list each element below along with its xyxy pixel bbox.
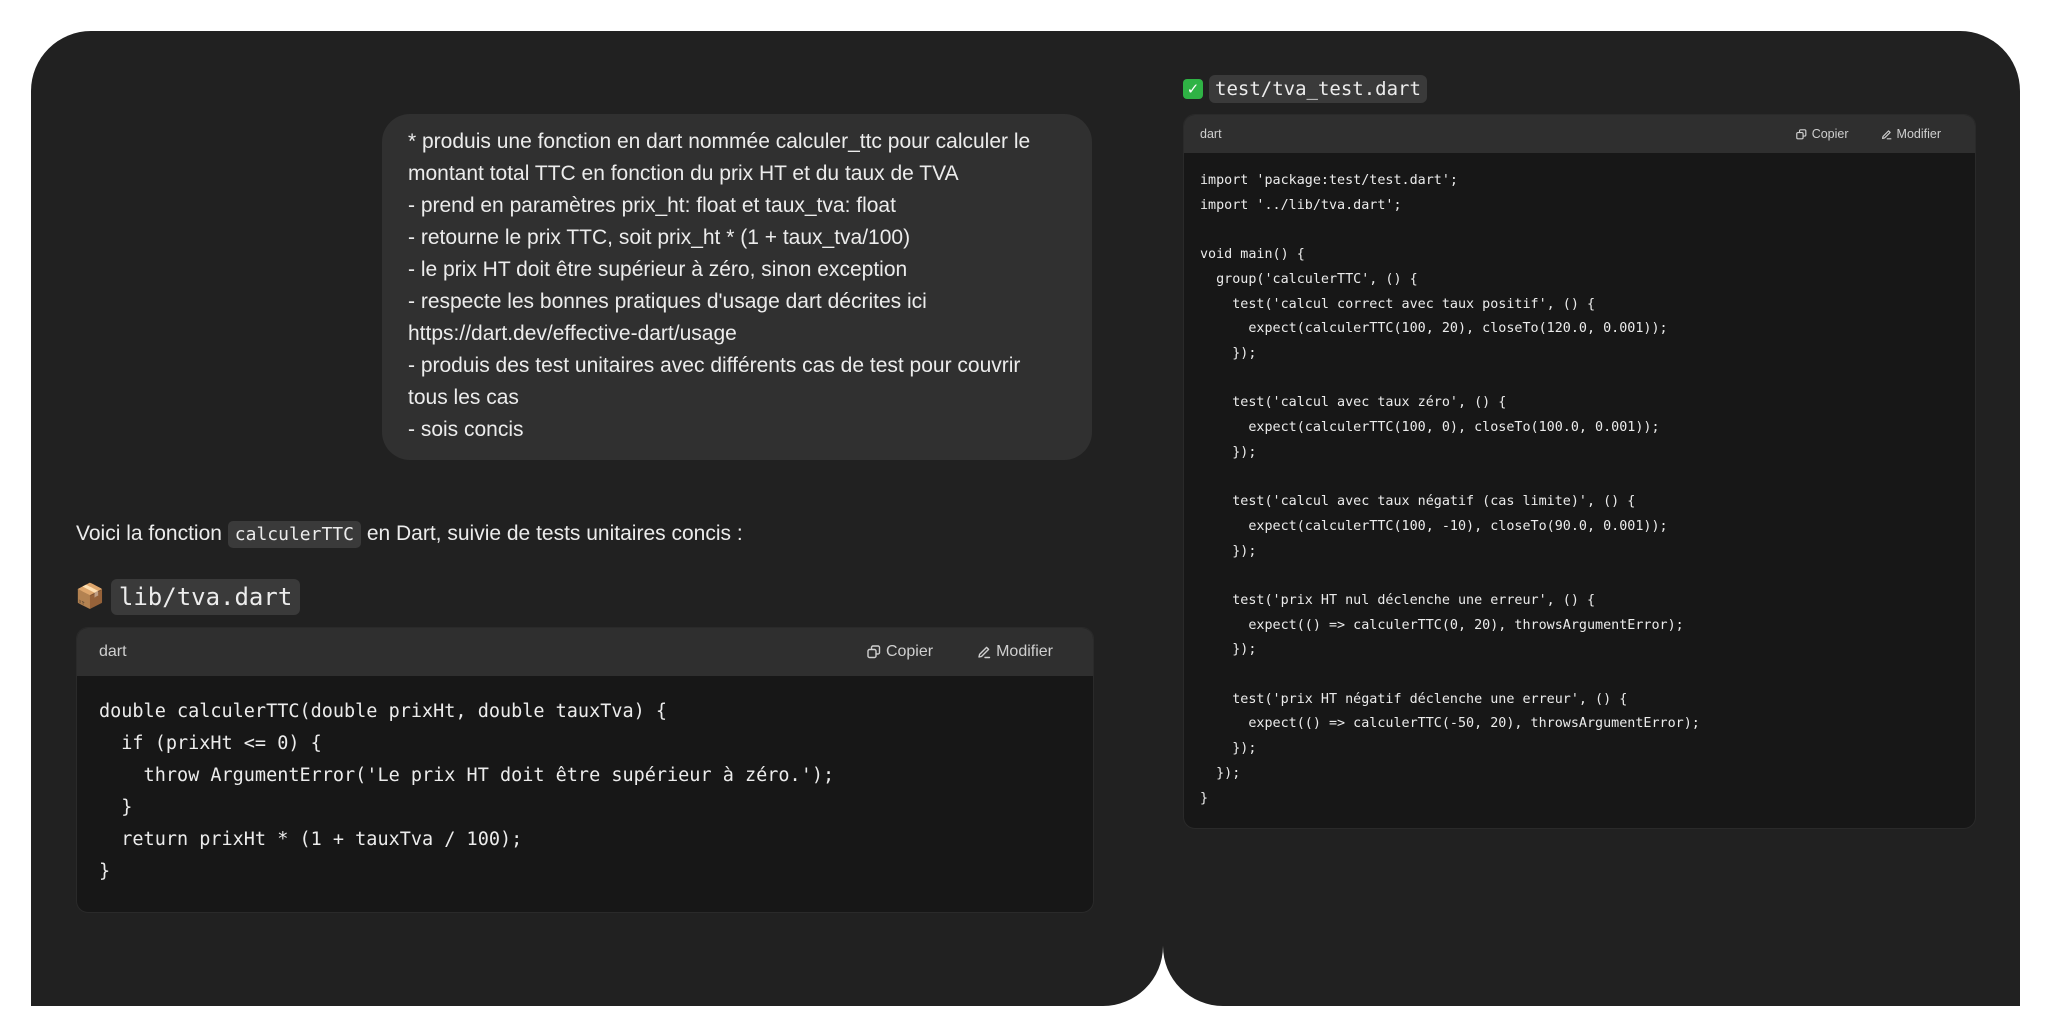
code-block-lib: dart Copier Modifier double calculerTTC(…: [76, 627, 1094, 913]
user-message-line: montant total TTC en fonction du prix HT…: [408, 162, 959, 185]
inline-code-function-name: calculerTTC: [227, 521, 361, 548]
file-title-lib: 📦 lib/tva.dart: [75, 579, 301, 615]
code-block-header: dart Copier Modifier: [77, 628, 1093, 676]
code-block-test: dart Copier Modifier import 'package:tes…: [1183, 114, 1976, 829]
package-icon: 📦: [75, 583, 105, 610]
user-message-line: tous les cas: [408, 386, 519, 409]
code-language-label: dart: [99, 643, 127, 660]
edit-icon: [1881, 129, 1892, 140]
intro-text-after: en Dart, suivie de tests unitaires conci…: [360, 522, 743, 545]
copy-icon: [1795, 128, 1807, 140]
user-message-bubble: * produis une fonction en dart nommée ca…: [382, 114, 1092, 460]
user-message-line: - sois concis: [408, 418, 524, 441]
code-block-actions: Copier Modifier: [867, 643, 1053, 661]
code-content: double calculerTTC(double prixHt, double…: [99, 701, 835, 882]
code-block-actions: Copier Modifier: [1795, 127, 1941, 141]
code-language-label: dart: [1200, 127, 1222, 141]
code-content: import 'package:test/test.dart'; import …: [1200, 173, 1700, 806]
edit-label: Modifier: [1896, 127, 1941, 141]
copy-button[interactable]: Copier: [1795, 127, 1849, 141]
edit-button[interactable]: Modifier: [977, 643, 1053, 661]
user-message-line: - respecte les bonnes pratiques d'usage …: [408, 290, 927, 313]
copy-icon: [867, 645, 881, 659]
user-message-line: https://dart.dev/effective-dart/usage: [408, 322, 737, 345]
check-icon: ✓: [1183, 79, 1203, 99]
user-message-line: - produis des test unitaires avec différ…: [408, 354, 1021, 377]
file-name: test/tva_test.dart: [1209, 75, 1427, 103]
copy-label: Copier: [885, 643, 934, 660]
copy-label: Copier: [1811, 127, 1849, 141]
edit-label: Modifier: [996, 643, 1053, 660]
copy-button[interactable]: Copier: [867, 643, 933, 661]
user-message-line: - prend en paramètres prix_ht: float et …: [408, 194, 896, 217]
file-name: lib/tva.dart: [110, 579, 301, 615]
test-file-panel: ✓ test/tva_test.dart dart Copier Modifie…: [1163, 31, 2020, 1006]
file-title-test: ✓ test/tva_test.dart: [1183, 75, 1427, 103]
intro-text-before: Voici la fonction: [76, 522, 228, 545]
user-message-line: - le prix HT doit être supérieur à zéro,…: [408, 258, 908, 281]
chat-panel: * produis une fonction en dart nommée ca…: [31, 31, 1163, 1006]
code-block-header: dart Copier Modifier: [1184, 115, 1975, 153]
edit-icon: [977, 645, 991, 659]
user-message-line: - retourne le prix TTC, soit prix_ht * (…: [408, 226, 911, 249]
assistant-intro: Voici la fonction calculerTTC en Dart, s…: [76, 517, 743, 552]
user-message-line: * produis une fonction en dart nommée ca…: [408, 130, 1031, 153]
edit-button[interactable]: Modifier: [1881, 127, 1941, 141]
